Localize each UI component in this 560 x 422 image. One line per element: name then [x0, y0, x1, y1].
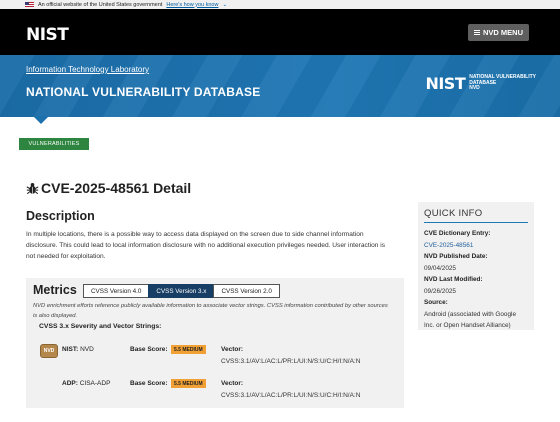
base-score-label: Base Score: — [130, 346, 168, 353]
top-header: NIST NVD MENU — [0, 9, 560, 55]
base-score-label: Base Score: — [130, 380, 168, 387]
vector-label: Vector: — [221, 380, 244, 387]
vector-label: Vector: — [221, 346, 244, 353]
nvd-logo-text: NATIONAL VULNERABILITY DATABASE NVD — [469, 74, 536, 92]
nvd-title[interactable]: NATIONAL VULNERABILITY DATABASE — [26, 85, 260, 99]
modified-label: NVD Last Modified: — [424, 276, 483, 283]
nvd-badge-icon: NVD — [40, 344, 58, 358]
vector-value: CVSS:3.1/AV:L/AC:L/PR:L/UI:N/S:U/C:H/I:N… — [221, 358, 361, 365]
score-source: NIST: NVD — [62, 346, 94, 353]
dict-entry-label: CVE Dictionary Entry: — [424, 230, 491, 237]
nist-nvd-logo[interactable]: NIST NATIONAL VULNERABILITY DATABASE NVD — [425, 74, 536, 93]
cve-title: CVE-2025-48561 Detail — [26, 180, 191, 196]
published-label: NVD Published Date: — [424, 253, 488, 260]
score-source: ADP: CISA-ADP — [62, 380, 111, 387]
dict-entry-link[interactable]: CVE-2025-48561 — [424, 240, 528, 252]
modified-value: 09/26/2025 — [424, 287, 456, 295]
cvss-version-tabs: CVSS Version 4.0 CVSS Version 3.x CVSS V… — [83, 284, 280, 298]
tab-cvss-4[interactable]: CVSS Version 4.0 — [83, 284, 150, 298]
source-label: Source: — [424, 299, 448, 306]
cve-title-text: CVE-2025-48561 Detail — [41, 180, 192, 196]
tab-cvss-3[interactable]: CVSS Version 3.x — [148, 284, 215, 298]
published-value: 09/04/2025 — [424, 264, 456, 272]
severity-badge[interactable]: 5.5 MEDIUM — [171, 379, 206, 388]
heres-how-you-know-link[interactable]: Here's how you know — [166, 2, 218, 8]
metrics-panel: Metrics CVSS Version 4.0 CVSS Version 3.… — [26, 278, 404, 408]
menu-icon — [473, 30, 480, 35]
source-value: Android (associated with Google Inc. or … — [424, 310, 517, 330]
us-flag-icon — [25, 2, 34, 7]
gov-banner: An official website of the United States… — [0, 0, 560, 9]
severity-badge[interactable]: 5.5 MEDIUM — [171, 345, 206, 354]
itl-link[interactable]: Information Technology Laboratory — [26, 65, 149, 74]
nvd-menu-label: NVD MENU — [482, 28, 523, 37]
gov-banner-text: An official website of the United States… — [38, 1, 163, 8]
nist-logo[interactable]: NIST — [26, 25, 69, 45]
metrics-heading: Metrics — [33, 283, 77, 297]
nvd-menu-button[interactable]: NVD MENU — [467, 24, 529, 41]
enrichment-note: NVD enrichment efforts reference publicl… — [33, 303, 388, 319]
band-notch — [33, 116, 49, 124]
quick-info-title: QUICK INFO — [424, 208, 528, 223]
vector-value: CVSS:3.1/AV:L/AC:L/PR:L/UI:N/S:U/C:H/I:N… — [221, 392, 361, 399]
adp-score-row: ADP: CISA-ADP Base Score: 5.5 MEDIUM Vec… — [40, 378, 390, 408]
description-text: In multiple locations, there is a possib… — [26, 231, 386, 261]
nist-logo-mark: NIST — [425, 74, 466, 93]
nvd-banner: Information Technology Laboratory NATION… — [0, 55, 560, 117]
vulnerabilities-tab[interactable]: VULNERABILITIES — [19, 138, 89, 150]
severity-heading: CVSS 3.x Severity and Vector Strings: — [39, 323, 162, 330]
nvd-score-row: NVD NIST: NVD Base Score: 5.5 MEDIUM Vec… — [40, 344, 390, 374]
chevron-down-icon[interactable]: ⌄ — [222, 2, 227, 8]
tab-cvss-2[interactable]: CVSS Version 2.0 — [213, 284, 280, 298]
bug-icon — [26, 182, 39, 194]
description-heading: Description — [26, 209, 95, 223]
quick-info-panel: QUICK INFO CVE Dictionary Entry: CVE-202… — [418, 202, 534, 330]
